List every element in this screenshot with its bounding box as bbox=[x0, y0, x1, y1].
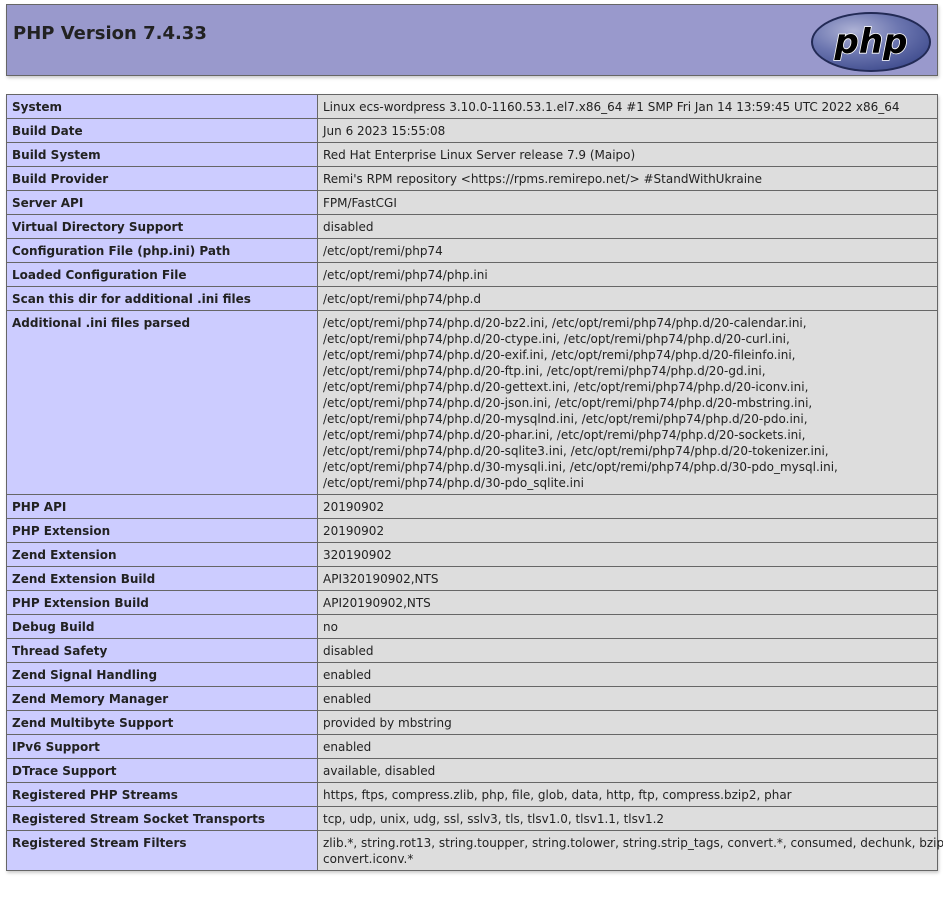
row-label: Scan this dir for additional .ini files bbox=[6, 286, 318, 311]
row-label: Registered PHP Streams bbox=[6, 782, 318, 807]
row-label: Zend Extension Build bbox=[6, 566, 318, 591]
row-label: Zend Multibyte Support bbox=[6, 710, 318, 735]
table-row: System Linux ecs-wordpress 3.10.0-1160.53… bbox=[6, 94, 938, 119]
value-line: /etc/opt/remi/php74/php.d/20-mysqlnd.ini… bbox=[323, 412, 808, 426]
table-row: Registered PHP Streams https, ftps, compr… bbox=[6, 782, 938, 807]
svg-text:php: php bbox=[834, 22, 908, 62]
value-line: /etc/opt/remi/php74/php.d/20-sqlite3.ini… bbox=[323, 444, 829, 458]
table-row: Build Provider Remi's RPM repository <htt… bbox=[6, 166, 938, 191]
value-line: /etc/opt/remi/php74/php.d/20-ftp.ini, /e… bbox=[323, 364, 766, 378]
value-line: /etc/opt/remi/php74/php.d/20-exif.ini, /… bbox=[323, 348, 796, 362]
value-line: /etc/opt/remi/php74/php.d/30-pdo_sqlite.… bbox=[323, 476, 584, 490]
table-row: Zend Multibyte Support provided by mbstri… bbox=[6, 710, 938, 735]
row-value: Red Hat Enterprise Linux Server release … bbox=[317, 142, 938, 167]
row-label: Configuration File (php.ini) Path bbox=[6, 238, 318, 263]
row-label: Registered Stream Socket Transports bbox=[6, 806, 318, 831]
row-value: enabled bbox=[317, 662, 938, 687]
value-line: convert.iconv.* bbox=[323, 852, 414, 866]
row-value: tcp, udp, unix, udg, ssl, sslv3, tls, tl… bbox=[317, 806, 938, 831]
table-row: Thread Safety disabled bbox=[6, 638, 938, 663]
table-row: Virtual Directory Support disabled bbox=[6, 214, 938, 239]
table-row: Additional .ini files parsed/etc/opt/rem… bbox=[6, 310, 938, 495]
row-label: Thread Safety bbox=[6, 638, 318, 663]
row-value: zlib.*, string.rot13, string.toupper, st… bbox=[317, 830, 943, 871]
row-value: FPM/FastCGI bbox=[317, 190, 938, 215]
table-row: Registered Stream Socket Transports tcp, … bbox=[6, 806, 938, 831]
row-value: 20190902 bbox=[317, 494, 938, 519]
row-value: available, disabled bbox=[317, 758, 938, 783]
table-row: Zend Extension Build API320190902,NTS bbox=[6, 566, 938, 591]
value-line: zlib.*, string.rot13, string.toupper, st… bbox=[323, 836, 943, 850]
row-label: PHP Extension Build bbox=[6, 590, 318, 615]
row-label: Debug Build bbox=[6, 614, 318, 639]
row-value: disabled bbox=[317, 214, 938, 239]
table-row: Debug Build no bbox=[6, 614, 938, 639]
row-label: Build Date bbox=[6, 118, 318, 143]
value-line: /etc/opt/remi/php74/php.d/20-phar.ini, /… bbox=[323, 428, 806, 442]
row-value: Linux ecs-wordpress 3.10.0-1160.53.1.el7… bbox=[317, 94, 938, 119]
row-label: PHP Extension bbox=[6, 518, 318, 543]
value-line: /etc/opt/remi/php74/php.d/20-json.ini, /… bbox=[323, 396, 813, 410]
table-row: DTrace Support available, disabled bbox=[6, 758, 938, 783]
table-row: Registered Stream Filters zlib.*, string.… bbox=[6, 830, 943, 871]
row-label: Loaded Configuration File bbox=[6, 262, 318, 287]
row-value: enabled bbox=[317, 734, 938, 759]
row-value: disabled bbox=[317, 638, 938, 663]
row-label: Zend Signal Handling bbox=[6, 662, 318, 687]
row-value: /etc/opt/remi/php74/php.ini bbox=[317, 262, 938, 287]
row-label: Build System bbox=[6, 142, 318, 167]
row-label: System bbox=[6, 94, 318, 119]
row-label: Zend Extension bbox=[6, 542, 318, 567]
table-row: Zend Memory Manager enabled bbox=[6, 686, 938, 711]
row-value: provided by mbstring bbox=[317, 710, 938, 735]
table-row: PHP Extension 20190902 bbox=[6, 518, 938, 543]
table-row: Zend Extension 320190902 bbox=[6, 542, 938, 567]
row-value: no bbox=[317, 614, 938, 639]
row-value: /etc/opt/remi/php74/php.d bbox=[317, 286, 938, 311]
table-row: PHP Extension Build API20190902,NTS bbox=[6, 590, 938, 615]
page-title: PHP Version 7.4.33 bbox=[13, 23, 207, 44]
row-value: enabled bbox=[317, 686, 938, 711]
table-row: Build System Red Hat Enterprise Linux Ser… bbox=[6, 142, 938, 167]
row-value: API320190902,NTS bbox=[317, 566, 938, 591]
value-line: /etc/opt/remi/php74/php.d/30-mysqli.ini,… bbox=[323, 460, 838, 474]
table-row: IPv6 Support enabled bbox=[6, 734, 938, 759]
table-row: PHP API 20190902 bbox=[6, 494, 938, 519]
row-label: Server API bbox=[6, 190, 318, 215]
table-row: Loaded Configuration File/etc/opt/remi/p… bbox=[6, 262, 938, 287]
value-line: /etc/opt/remi/php74/php.d/20-bz2.ini, /e… bbox=[323, 316, 807, 330]
value-line: /etc/opt/remi/php74/php.d/20-ctype.ini, … bbox=[323, 332, 790, 346]
row-value: 20190902 bbox=[317, 518, 938, 543]
row-value: /etc/opt/remi/php74 bbox=[317, 238, 938, 263]
value-line: /etc/opt/remi/php74/php.d/20-gettext.ini… bbox=[323, 380, 809, 394]
row-value: 320190902 bbox=[317, 542, 938, 567]
row-label: Virtual Directory Support bbox=[6, 214, 318, 239]
row-value: Jun 6 2023 15:55:08 bbox=[317, 118, 938, 143]
table-row: Scan this dir for additional .ini files /… bbox=[6, 286, 938, 311]
row-label: DTrace Support bbox=[6, 758, 318, 783]
table-row: Zend Signal Handling enabled bbox=[6, 662, 938, 687]
php-logo-icon: php bbox=[811, 12, 931, 72]
row-label: IPv6 Support bbox=[6, 734, 318, 759]
row-value: API20190902,NTS bbox=[317, 590, 938, 615]
row-label: PHP API bbox=[6, 494, 318, 519]
table-row: Build Date Jun 6 2023 15:55:08 bbox=[6, 118, 938, 143]
row-label: Zend Memory Manager bbox=[6, 686, 318, 711]
row-value: https, ftps, compress.zlib, php, file, g… bbox=[317, 782, 938, 807]
page-header: PHP Version 7.4.33 php bbox=[6, 4, 938, 76]
row-label: Build Provider bbox=[6, 166, 318, 191]
row-value: /etc/opt/remi/php74/php.d/20-bz2.ini, /e… bbox=[317, 310, 938, 495]
row-value: Remi's RPM repository <https://rpms.remi… bbox=[317, 166, 938, 191]
table-row: Configuration File (php.ini) Path/etc/op… bbox=[6, 238, 938, 263]
table-row: Server API FPM/FastCGI bbox=[6, 190, 938, 215]
php-info-table: System Linux ecs-wordpress 3.10.0-1160.53… bbox=[6, 94, 943, 871]
row-label: Registered Stream Filters bbox=[6, 830, 318, 871]
row-label: Additional .ini files parsed bbox=[6, 310, 318, 495]
